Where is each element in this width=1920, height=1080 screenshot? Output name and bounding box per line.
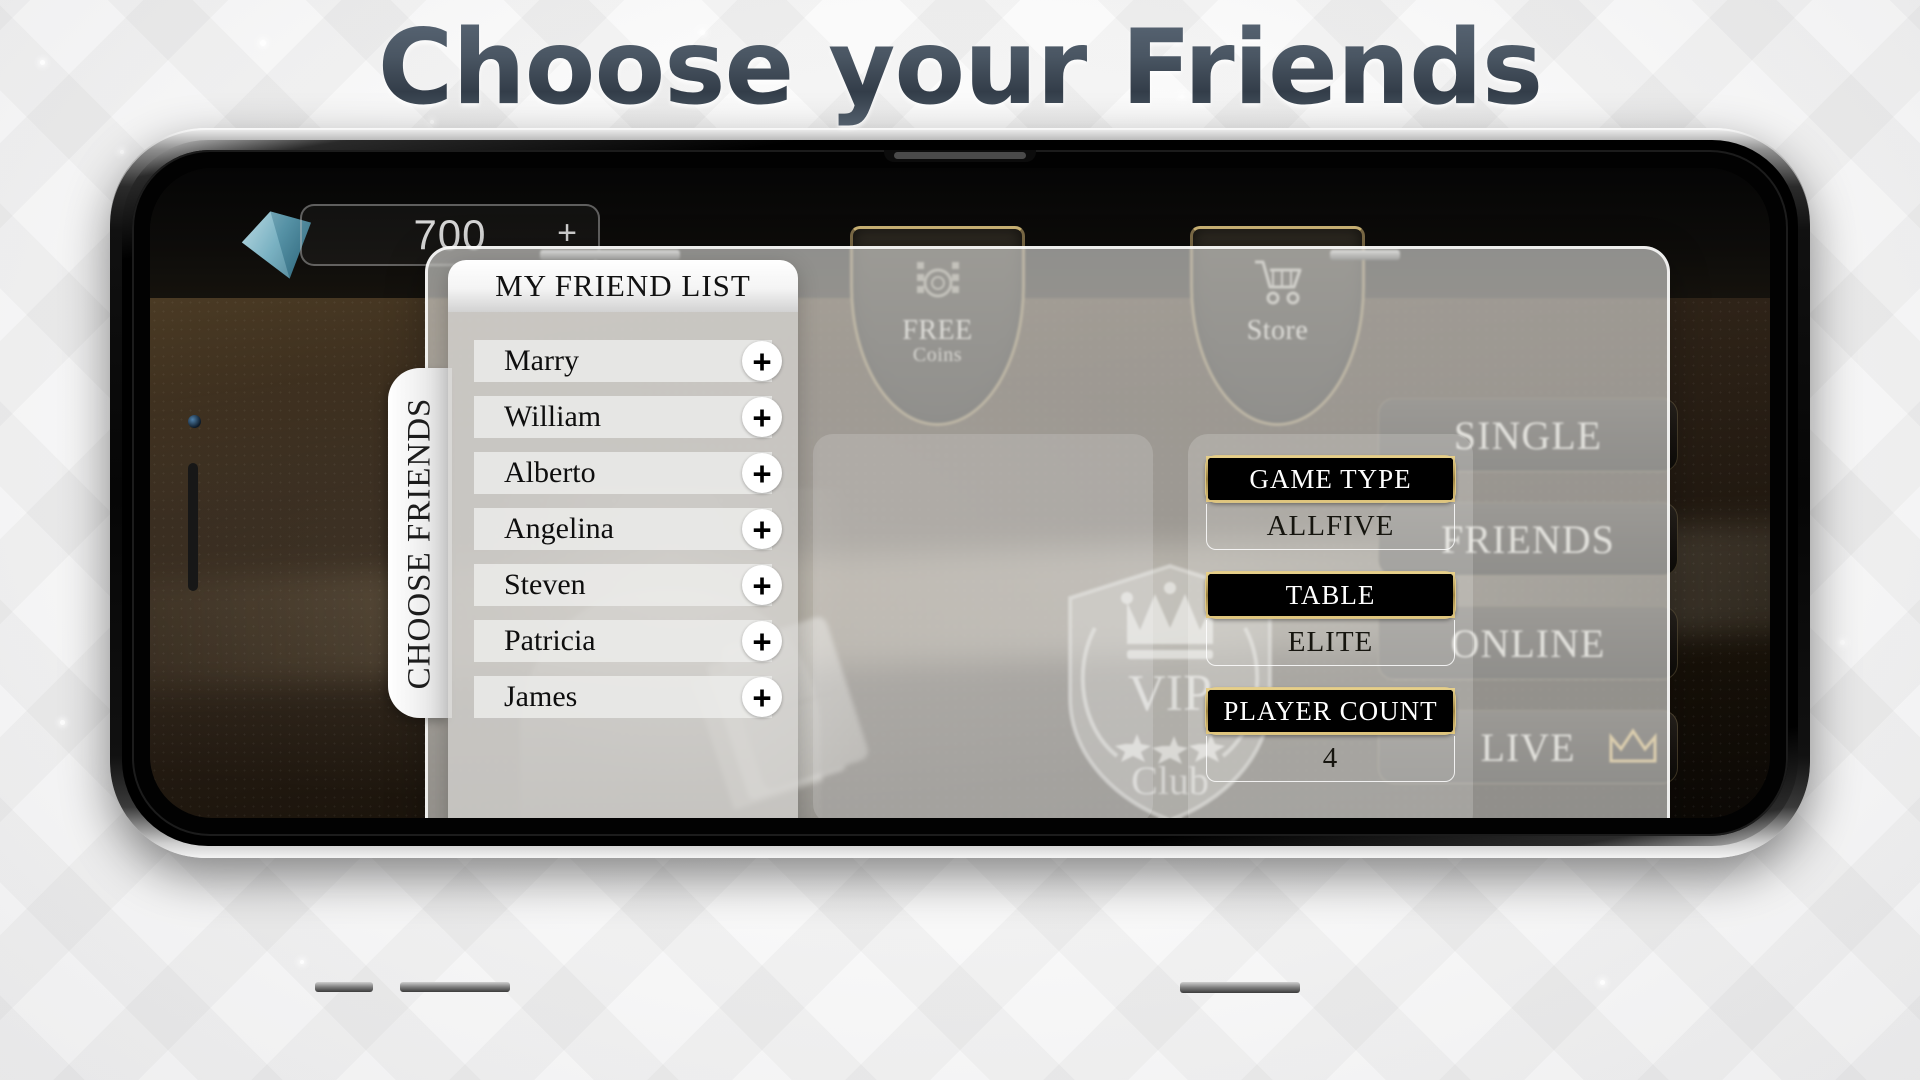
add-friend-button[interactable]: + xyxy=(742,397,782,437)
setting-player-count-label: PLAYER COUNT xyxy=(1206,688,1455,734)
phone-volume-up-button[interactable] xyxy=(315,982,373,992)
phone-screen: 700 + FREE Coins xyxy=(150,168,1770,818)
friend-list-card: MY FRIEND LIST Marry + William + Alberto… xyxy=(448,260,798,818)
phone-earpiece-speaker xyxy=(894,152,1026,159)
phone-volume-down-button[interactable] xyxy=(400,982,510,992)
add-friend-button[interactable]: + xyxy=(742,621,782,661)
earpiece-slot xyxy=(188,463,198,591)
choose-friends-tab[interactable]: CHOOSE FRIENDS xyxy=(388,368,452,718)
setting-table-label: TABLE xyxy=(1206,572,1455,618)
choose-friends-tab-label: CHOOSE FRIENDS xyxy=(401,397,438,689)
friend-name: Steven xyxy=(504,568,586,601)
setting-game-type: GAME TYPE ALLFIVE xyxy=(1206,456,1455,550)
setting-player-count: PLAYER COUNT 4 xyxy=(1206,688,1455,782)
center-preview-panel xyxy=(813,434,1153,818)
phone-device-frame: 700 + FREE Coins xyxy=(110,128,1810,993)
friend-name: James xyxy=(504,680,578,713)
friend-row[interactable]: Alberto + xyxy=(474,452,782,494)
add-friend-button[interactable]: + xyxy=(742,509,782,549)
friend-row[interactable]: James + xyxy=(474,676,782,718)
setting-player-count-value[interactable]: 4 xyxy=(1206,736,1455,782)
game-settings-panel: GAME TYPE ALLFIVE TABLE ELITE PLAYER COU… xyxy=(1188,434,1473,818)
front-camera-icon xyxy=(188,415,201,428)
friend-name: Angelina xyxy=(504,512,614,545)
friend-row[interactable]: Angelina + xyxy=(474,508,782,550)
add-friend-button[interactable]: + xyxy=(742,341,782,381)
add-friend-button[interactable]: + xyxy=(742,565,782,605)
friend-row[interactable]: Patricia + xyxy=(474,620,782,662)
add-friend-button[interactable]: + xyxy=(742,677,782,717)
friend-list: Marry + William + Alberto + Angelina + S… xyxy=(448,312,798,718)
setting-game-type-value[interactable]: ALLFIVE xyxy=(1206,504,1455,550)
setting-table: TABLE ELITE xyxy=(1206,572,1455,666)
friend-row[interactable]: Marry + xyxy=(474,340,782,382)
phone-power-button[interactable] xyxy=(1180,982,1300,993)
friend-name: Patricia xyxy=(504,624,596,657)
add-friend-button[interactable]: + xyxy=(742,453,782,493)
friend-name: Marry xyxy=(504,344,579,377)
friend-list-title: MY FRIEND LIST xyxy=(495,268,751,303)
page-title: Choose your Friends xyxy=(0,8,1920,128)
setting-game-type-label: GAME TYPE xyxy=(1206,456,1455,502)
friend-row[interactable]: William + xyxy=(474,396,782,438)
friend-list-header: MY FRIEND LIST xyxy=(448,260,798,312)
friend-name: William xyxy=(504,400,602,433)
phone-bezel: 700 + FREE Coins xyxy=(132,150,1788,836)
friend-name: Alberto xyxy=(504,456,596,489)
setting-table-value[interactable]: ELITE xyxy=(1206,620,1455,666)
friend-row[interactable]: Steven + xyxy=(474,564,782,606)
